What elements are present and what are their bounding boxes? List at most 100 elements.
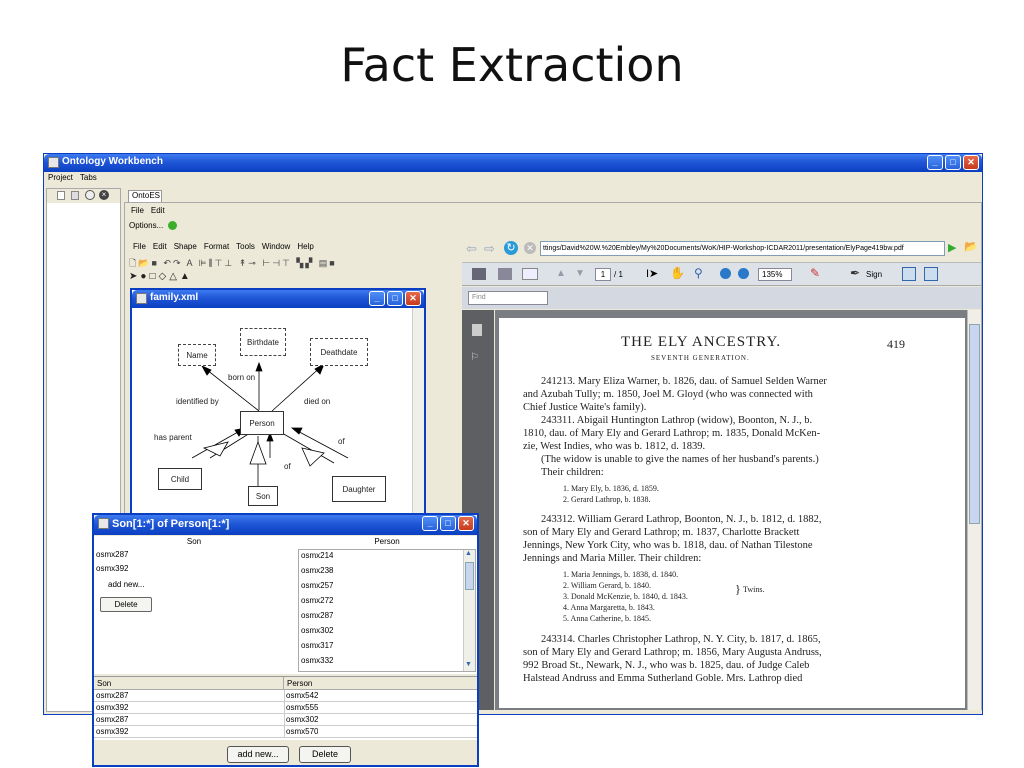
- ungroup-icon[interactable]: ▞: [305, 258, 314, 268]
- distribute-h-icon[interactable]: ⊢⊣: [262, 258, 282, 268]
- group-icon[interactable]: ▚: [296, 258, 305, 268]
- comment-icon[interactable]: ✎: [810, 266, 820, 280]
- folder-icon[interactable]: 📂: [964, 240, 978, 253]
- scroll-up-icon[interactable]: ▲: [465, 550, 472, 557]
- next-page-icon[interactable]: ▼: [575, 268, 585, 279]
- node-person[interactable]: Person: [240, 411, 284, 435]
- triangle-filled-icon[interactable]: ▲: [180, 271, 193, 282]
- minimize-button[interactable]: _: [927, 155, 943, 170]
- person-list-item[interactable]: osmx332: [301, 656, 333, 665]
- table-header-person[interactable]: Person: [284, 677, 477, 690]
- pdf-scrollbar[interactable]: [967, 310, 981, 710]
- person-list-item[interactable]: osmx238: [301, 566, 333, 575]
- editor-menu-edit[interactable]: Edit: [153, 242, 167, 251]
- select-text-icon[interactable]: I➤: [646, 267, 658, 280]
- editor-menu-window[interactable]: Window: [262, 242, 290, 251]
- align-bottom-icon[interactable]: ⊥: [224, 258, 234, 268]
- person-list[interactable]: osmx214 osmx238 osmx257 osmx272 osmx287 …: [298, 549, 476, 672]
- hand-tool-icon[interactable]: ✋: [670, 266, 685, 280]
- back-icon[interactable]: ⇦: [466, 241, 477, 257]
- remove-icon[interactable]: ×: [99, 190, 109, 200]
- family-window-titlebar[interactable]: family.xml _ □ ✕: [132, 290, 424, 308]
- undo-icon[interactable]: ↶: [163, 258, 173, 268]
- align-left-icon[interactable]: ⊫: [199, 258, 209, 268]
- save-pdf-icon[interactable]: [498, 268, 512, 280]
- connect-icon[interactable]: ⊸: [248, 258, 258, 268]
- pin-icon[interactable]: ↟: [239, 258, 249, 268]
- open-folder-icon[interactable]: 📂: [138, 258, 151, 268]
- sign-pen-icon[interactable]: ✒: [850, 266, 860, 280]
- triangle-outline-icon[interactable]: △: [169, 271, 180, 282]
- menu-project[interactable]: Project: [48, 173, 73, 185]
- add-new-link[interactable]: add new...: [108, 580, 144, 589]
- inner-menu-edit[interactable]: Edit: [151, 206, 165, 215]
- node-son[interactable]: Son: [248, 486, 278, 506]
- refresh-icon[interactable]: [85, 190, 95, 200]
- node-deathdate[interactable]: Deathdate: [310, 338, 368, 366]
- stop-icon[interactable]: ✕: [524, 242, 536, 254]
- options-label[interactable]: Options...: [129, 221, 163, 230]
- select-arrow-icon[interactable]: ➤: [129, 271, 140, 282]
- family-scrollbar[interactable]: [412, 308, 424, 516]
- node-birthdate[interactable]: Birthdate: [240, 328, 286, 356]
- son-window-titlebar[interactable]: Son[1:*] of Person[1:*] _ □ ✕: [94, 515, 477, 535]
- zoom-out-icon[interactable]: [720, 268, 731, 279]
- person-list-item[interactable]: osmx272: [301, 596, 333, 605]
- person-scroll-thumb[interactable]: [465, 562, 474, 590]
- person-list-scrollbar[interactable]: ▲ ▼: [463, 550, 475, 671]
- pdf-scroll-thumb[interactable]: [969, 324, 980, 524]
- close-button[interactable]: ✕: [963, 155, 979, 170]
- son-list-item[interactable]: osmx287: [96, 550, 128, 559]
- find-input[interactable]: Find: [468, 291, 548, 305]
- delete-row-button[interactable]: Delete: [299, 746, 351, 763]
- fit-width-icon[interactable]: [924, 267, 938, 281]
- distribute-v-icon[interactable]: ⊤: [282, 258, 292, 268]
- zoom-in-icon[interactable]: [738, 268, 749, 279]
- node-child[interactable]: Child: [158, 468, 202, 490]
- family-minimize-button[interactable]: _: [369, 291, 385, 306]
- sign-label[interactable]: Sign: [866, 270, 882, 279]
- son-list-item[interactable]: osmx392: [96, 564, 128, 573]
- pages-panel-icon[interactable]: [472, 324, 482, 336]
- tab-ontoes[interactable]: OntoES: [128, 190, 162, 202]
- url-input[interactable]: ttings/David%20W.%20Embley/My%20Document…: [540, 241, 945, 256]
- person-list-item[interactable]: osmx317: [301, 641, 333, 650]
- family-close-button[interactable]: ✕: [405, 291, 421, 306]
- node-name[interactable]: Name: [178, 344, 216, 366]
- node-daughter[interactable]: Daughter: [332, 476, 386, 502]
- fit-page-icon[interactable]: [902, 267, 916, 281]
- person-list-item[interactable]: osmx257: [301, 581, 333, 590]
- son-minimize-button[interactable]: _: [422, 516, 438, 531]
- zoom-tool-icon[interactable]: ⚲: [694, 266, 703, 280]
- son-close-button[interactable]: ✕: [458, 516, 474, 531]
- main-window-titlebar[interactable]: Ontology Workbench _ □ ✕: [44, 154, 982, 172]
- attachments-icon[interactable]: ⚐: [470, 352, 479, 363]
- family-maximize-button[interactable]: □: [387, 291, 403, 306]
- table-row[interactable]: osmx287 osmx542: [94, 690, 477, 702]
- table-header-son[interactable]: Son: [94, 677, 284, 690]
- delete-button[interactable]: Delete: [100, 597, 152, 612]
- go-arrow-icon[interactable]: ▶: [948, 241, 956, 254]
- text-tool-icon[interactable]: A: [187, 258, 195, 268]
- add-new-button[interactable]: add new...: [227, 746, 289, 763]
- forward-icon[interactable]: ⇨: [484, 241, 495, 257]
- table-row[interactable]: osmx392 osmx555: [94, 702, 477, 714]
- editor-menu-shape[interactable]: Shape: [174, 242, 197, 251]
- prev-page-icon[interactable]: ▲: [556, 268, 566, 279]
- scroll-down-icon[interactable]: ▼: [465, 661, 472, 668]
- person-list-item[interactable]: osmx214: [301, 551, 333, 560]
- redo-icon[interactable]: ↷: [173, 258, 183, 268]
- reload-icon[interactable]: ↻: [504, 241, 518, 255]
- menu-tabs[interactable]: Tabs: [80, 173, 97, 185]
- inner-menu-file[interactable]: File: [131, 206, 144, 215]
- print-icon[interactable]: ▤: [319, 258, 330, 268]
- page-number-input[interactable]: 1: [595, 268, 611, 281]
- save-icon[interactable]: ■: [151, 258, 158, 268]
- person-list-item[interactable]: osmx302: [301, 626, 333, 635]
- print-pdf-icon[interactable]: [472, 268, 486, 280]
- diamond-icon[interactable]: ◇: [158, 271, 169, 282]
- editor-menu-help[interactable]: Help: [297, 242, 313, 251]
- person-list-item[interactable]: osmx287: [301, 611, 333, 620]
- save-disk-icon[interactable]: ■: [329, 258, 336, 268]
- editor-menu-tools[interactable]: Tools: [236, 242, 255, 251]
